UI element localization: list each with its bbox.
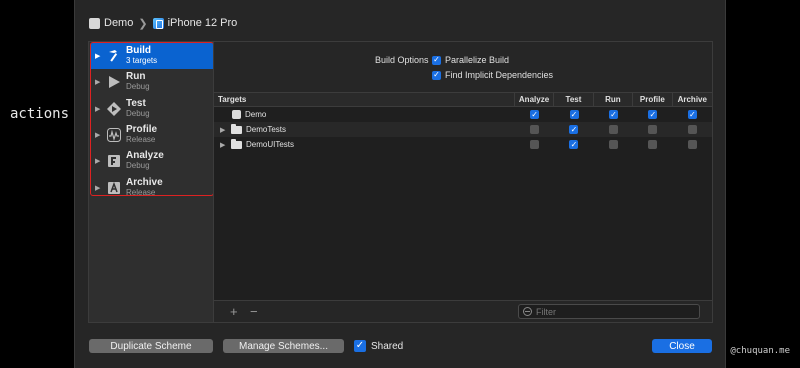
table-header: Targets Analyze Test Run Profile Archive <box>214 92 712 107</box>
caption-actions: actions <box>10 106 70 122</box>
analyze-checkbox[interactable] <box>530 125 540 134</box>
profile-checkbox[interactable]: ✓ <box>648 110 658 119</box>
table-row[interactable]: ▶ DemoUITests ✓ <box>214 137 712 152</box>
column-header-run[interactable]: Run <box>594 93 634 106</box>
action-label: Analyze <box>126 150 164 162</box>
profile-checkbox[interactable] <box>648 140 658 149</box>
app-icon <box>89 17 100 29</box>
target-name: DemoUITests <box>246 140 295 149</box>
folder-icon <box>231 138 242 149</box>
scheme-name[interactable]: Demo <box>104 17 133 29</box>
waveform-icon <box>106 127 122 143</box>
parallelize-build-checkbox[interactable]: ✓ <box>432 55 441 65</box>
table-row[interactable]: Demo ✓ ✓ ✓ ✓ ✓ <box>214 107 712 122</box>
remove-target-button[interactable]: − <box>250 304 258 319</box>
column-header-analyze[interactable]: Analyze <box>515 93 555 106</box>
parallelize-build-label: Parallelize Build <box>445 55 510 65</box>
test-checkbox[interactable]: ✓ <box>569 110 579 119</box>
action-label: Profile <box>126 124 158 136</box>
disclosure-icon[interactable]: ▶ <box>95 52 102 60</box>
disclosure-icon[interactable]: ▶ <box>95 131 102 139</box>
device-icon <box>152 17 164 29</box>
action-sublabel: 3 targets <box>126 56 158 66</box>
shared-option[interactable]: ✓ Shared <box>354 340 403 352</box>
action-run[interactable]: ▶ Run Debug <box>91 69 213 95</box>
action-test[interactable]: ▶ Test Debug <box>91 96 213 122</box>
test-checkbox[interactable]: ✓ <box>569 125 579 134</box>
archive-checkbox[interactable]: ✓ <box>687 110 697 119</box>
archive-icon <box>106 180 122 195</box>
column-header-targets[interactable]: Targets <box>214 93 515 106</box>
action-label: Build <box>126 45 151 57</box>
watermark: @chuquan.me <box>730 346 790 356</box>
close-button[interactable]: Close <box>652 339 712 353</box>
implicit-dependencies-option[interactable]: ✓ Find Implicit Dependencies <box>432 70 553 80</box>
implicit-dependencies-checkbox[interactable]: ✓ <box>432 70 441 80</box>
shared-checkbox[interactable]: ✓ <box>354 340 366 352</box>
action-sublabel: Release <box>126 187 156 196</box>
target-name: DemoTests <box>246 125 287 134</box>
duplicate-scheme-button[interactable]: Duplicate Scheme <box>89 339 213 353</box>
implicit-dependencies-label: Find Implicit Dependencies <box>445 70 554 80</box>
build-settings-panel: Build Options ✓ Parallelize Build ✓ Find… <box>213 41 713 323</box>
action-label: Run <box>126 71 146 83</box>
run-checkbox[interactable] <box>608 125 618 134</box>
filter-input[interactable] <box>536 306 686 317</box>
build-options: Build Options ✓ Parallelize Build ✓ Find… <box>214 42 712 92</box>
hammer-icon <box>106 48 122 64</box>
action-archive[interactable]: ▶ Archive Release <box>91 174 213 196</box>
action-profile[interactable]: ▶ Profile Release <box>91 122 213 148</box>
action-sublabel: Debug <box>126 82 150 92</box>
action-sublabel: Release <box>126 135 156 145</box>
disclosure-icon[interactable]: ▶ <box>95 184 102 192</box>
disclosure-icon[interactable]: ▶ <box>220 126 227 134</box>
action-analyze[interactable]: ▶ Analyze Debug <box>91 148 213 174</box>
actions-sidebar: ▶ Build 3 targets ▶ Run Debug ▶ Test Deb… <box>88 41 214 323</box>
test-checkbox[interactable]: ✓ <box>569 140 579 149</box>
disclosure-icon[interactable]: ▶ <box>95 105 102 113</box>
disclosure-icon[interactable]: ▶ <box>220 141 227 149</box>
column-header-test[interactable]: Test <box>554 93 594 106</box>
archive-checkbox[interactable] <box>687 125 697 134</box>
build-options-label: Build Options <box>375 55 429 65</box>
profile-checkbox[interactable] <box>648 125 658 134</box>
analyze-checkbox[interactable]: ✓ <box>530 110 540 119</box>
targets-table: Targets Analyze Test Run Profile Archive… <box>214 92 712 152</box>
filter-field[interactable] <box>518 304 700 319</box>
device-name[interactable]: iPhone 12 Pro <box>168 17 238 29</box>
filter-icon <box>523 307 532 316</box>
action-sublabel: Debug <box>126 108 150 118</box>
manage-schemes-button[interactable]: Manage Schemes... <box>223 339 344 353</box>
target-name: Demo <box>245 110 267 119</box>
run-checkbox[interactable] <box>608 140 618 149</box>
disclosure-icon[interactable]: ▶ <box>95 78 102 86</box>
parallelize-build-option[interactable]: ✓ Parallelize Build <box>432 55 509 65</box>
shared-label: Shared <box>371 340 404 352</box>
chevron-right-icon: ❯ <box>138 17 148 30</box>
table-footer: + − <box>214 300 712 322</box>
test-diamond-icon <box>106 101 122 117</box>
add-target-button[interactable]: + <box>230 304 238 319</box>
analyze-checkbox[interactable] <box>530 140 540 149</box>
action-label: Test <box>126 97 146 109</box>
folder-icon <box>231 123 242 134</box>
action-label: Archive <box>126 176 163 188</box>
archive-checkbox[interactable] <box>687 140 697 149</box>
analyze-icon <box>106 153 122 169</box>
action-build[interactable]: ▶ Build 3 targets <box>91 43 213 70</box>
scheme-selector[interactable]: Demo ❯ iPhone 12 Pro <box>89 15 237 31</box>
table-row[interactable]: ▶ DemoTests ✓ <box>214 122 712 137</box>
disclosure-icon[interactable]: ▶ <box>95 157 102 165</box>
play-triangle-icon <box>106 74 122 90</box>
column-header-profile[interactable]: Profile <box>633 93 673 106</box>
run-checkbox[interactable]: ✓ <box>608 110 618 119</box>
scheme-editor-sheet: Demo ❯ iPhone 12 Pro ▶ Build 3 targets ▶ <box>74 0 726 368</box>
action-sublabel: Debug <box>126 161 150 171</box>
column-header-archive[interactable]: Archive <box>673 93 712 106</box>
actions-list: ▶ Build 3 targets ▶ Run Debug ▶ Test Deb… <box>90 42 214 196</box>
app-target-icon <box>232 110 241 119</box>
